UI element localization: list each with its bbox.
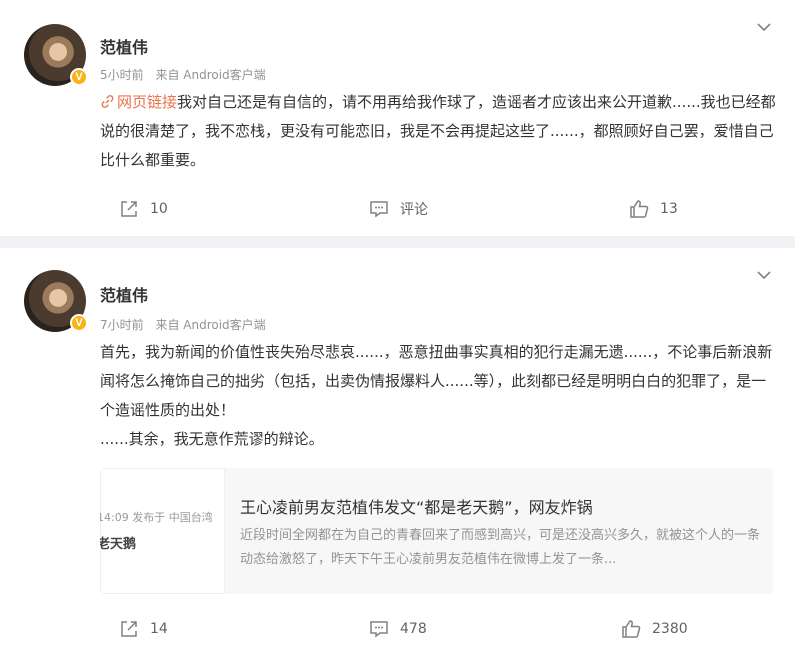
web-link-label[interactable]: 网页链接 — [117, 93, 177, 111]
article-title[interactable]: 王心凌前男友范植伟发文“都是老天鹅”，网友炸锅 — [240, 494, 593, 518]
share-button[interactable]: 14 — [118, 618, 168, 640]
share-count: 14 — [150, 621, 168, 637]
chevron-down-icon[interactable] — [755, 18, 773, 36]
like-button[interactable]: 2380 — [620, 618, 688, 640]
comment-button[interactable]: 评论 — [368, 198, 428, 220]
post-time[interactable]: 5小时前 — [100, 68, 144, 82]
action-bar: 10 评论 13 — [0, 198, 795, 222]
post-meta: 7小时前 来自 Android客户端 — [100, 316, 266, 333]
like-icon — [630, 200, 649, 218]
like-count: 2380 — [652, 621, 688, 637]
author-name[interactable]: 范植伟 — [100, 34, 148, 58]
comment-count: 478 — [400, 621, 427, 637]
thumbnail-title: 老天鹅 — [100, 537, 137, 552]
article-card[interactable]: 14:09 发布于 中国台湾 老天鹅 王心凌前男友范植伟发文“都是老天鹅”，网友… — [100, 468, 773, 594]
article-description: 近段时间全网都在为自己的青春回来了而感到高兴，可是还没高兴多久，就被这个人的一条… — [240, 528, 760, 567]
comment-icon — [370, 621, 388, 638]
post-content: 首先，我为新闻的价值性丧失殆尽悲哀......，恶意扭曲事实真相的犯行走漏无遗.… — [100, 338, 776, 454]
post-divider — [0, 236, 795, 248]
comment-icon — [370, 201, 388, 218]
share-icon — [121, 201, 137, 217]
like-button[interactable]: 13 — [628, 198, 678, 220]
action-bar: 14 478 2380 — [0, 618, 795, 642]
verified-badge: V — [70, 314, 88, 332]
share-icon — [121, 621, 137, 637]
post-text: 我对自己还是有自信的，请不用再给我作球了，造谣者才应该出来公开道歉......我… — [100, 93, 776, 169]
article-thumbnail: 14:09 发布于 中国台湾 老天鹅 — [100, 468, 225, 594]
comment-button[interactable]: 478 — [368, 618, 427, 640]
share-button[interactable]: 10 — [118, 198, 168, 220]
like-icon — [622, 620, 641, 638]
share-count: 10 — [150, 201, 168, 217]
weibo-post: V 范植伟 7小时前 来自 Android客户端 首先，我为新闻的价值性丧失殆尽… — [0, 248, 795, 648]
weibo-post: V 范植伟 5小时前 来自 Android客户端 网页链接我对自己还是有自信的，… — [0, 0, 795, 236]
post-time[interactable]: 7小时前 — [100, 318, 144, 332]
post-source: 来自 Android客户端 — [155, 318, 266, 332]
post-paragraph: 首先，我为新闻的价值性丧失殆尽悲哀......，恶意扭曲事实真相的犯行走漏无遗.… — [100, 343, 773, 419]
link-icon — [101, 95, 114, 108]
web-link[interactable]: 网页链接 — [100, 93, 177, 111]
verified-badge: V — [70, 68, 88, 86]
post-content: 网页链接我对自己还是有自信的，请不用再给我作球了，造谣者才应该出来公开道歉...… — [100, 88, 776, 175]
like-count: 13 — [660, 201, 678, 217]
comment-label: 评论 — [400, 202, 428, 218]
post-meta: 5小时前 来自 Android客户端 — [100, 66, 266, 83]
post-paragraph: ......其余，我无意作荒谬的辩论。 — [100, 430, 324, 448]
thumbnail-caption: 14:09 发布于 中国台湾 — [100, 511, 213, 524]
post-source: 来自 Android客户端 — [155, 68, 266, 82]
chevron-down-icon[interactable] — [755, 266, 773, 284]
author-name[interactable]: 范植伟 — [100, 282, 148, 306]
